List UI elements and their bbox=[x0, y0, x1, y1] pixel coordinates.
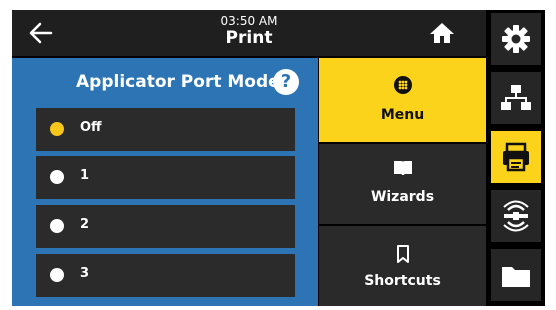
option-label: 2 bbox=[80, 217, 90, 232]
option-1[interactable]: 1 bbox=[36, 156, 295, 199]
option-off[interactable]: Off bbox=[36, 108, 295, 151]
wizards-label: Wizards bbox=[370, 189, 435, 205]
option-2[interactable]: 2 bbox=[36, 205, 295, 248]
wizards-button[interactable]: Wizards bbox=[319, 144, 486, 224]
home-icon[interactable] bbox=[429, 21, 455, 45]
rfid-icon[interactable] bbox=[491, 190, 541, 242]
printer-screen: 03:50 AM Print Applicator Port Mode ? Of… bbox=[12, 10, 545, 306]
right-nav-rail bbox=[487, 10, 545, 306]
settings-gear-icon[interactable] bbox=[491, 13, 541, 65]
bookmark-icon bbox=[319, 245, 486, 267]
top-bar: 03:50 AM Print bbox=[12, 10, 486, 56]
page-title: Print bbox=[225, 28, 273, 48]
setting-title: Applicator Port Mode bbox=[76, 72, 280, 92]
folder-icon[interactable] bbox=[491, 249, 541, 301]
option-3[interactable]: 3 bbox=[36, 254, 295, 297]
option-label: 1 bbox=[80, 168, 90, 183]
main-menu-column: Menu Wizards Shortcuts bbox=[319, 58, 486, 306]
option-label: 3 bbox=[80, 266, 90, 281]
setting-panel: Applicator Port Mode ? Off 1 2 3 bbox=[12, 58, 318, 306]
radio-icon bbox=[50, 219, 64, 233]
radio-selected-icon bbox=[50, 122, 64, 136]
help-icon[interactable]: ? bbox=[273, 69, 299, 95]
radio-icon bbox=[50, 170, 64, 184]
radio-icon bbox=[50, 268, 64, 282]
option-label: Off bbox=[80, 120, 102, 135]
clock-time: 03:50 AM bbox=[220, 14, 278, 28]
menu-label: Menu bbox=[380, 107, 425, 123]
printer-icon[interactable] bbox=[491, 131, 541, 183]
shortcuts-button[interactable]: Shortcuts bbox=[319, 226, 486, 306]
shortcuts-label: Shortcuts bbox=[364, 273, 441, 289]
dots-grid-icon bbox=[319, 76, 486, 98]
menu-button[interactable]: Menu bbox=[319, 58, 486, 142]
book-icon bbox=[319, 160, 486, 180]
network-icon[interactable] bbox=[491, 72, 541, 124]
